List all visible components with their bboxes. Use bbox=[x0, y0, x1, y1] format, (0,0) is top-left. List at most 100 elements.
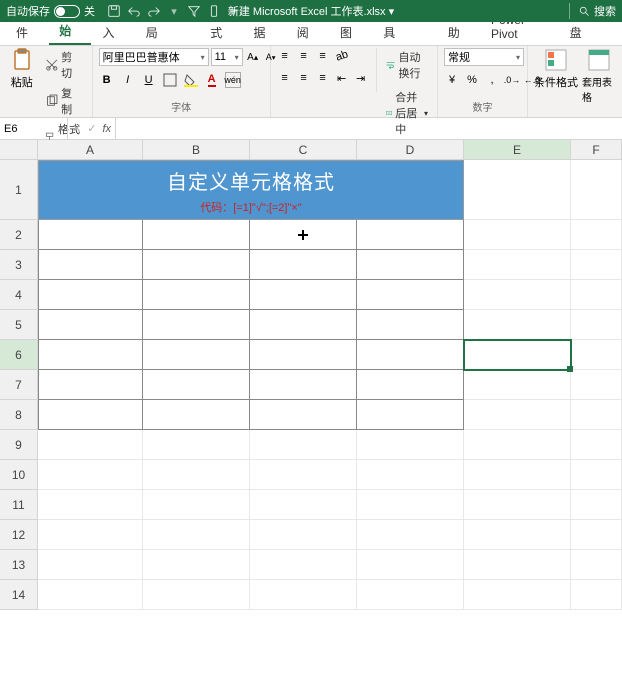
cell-A5[interactable] bbox=[38, 310, 143, 340]
col-header-A[interactable]: A bbox=[38, 140, 143, 159]
search-box[interactable]: 搜索 bbox=[569, 3, 616, 19]
cell-B9[interactable] bbox=[143, 430, 250, 460]
cell-A7[interactable] bbox=[38, 370, 143, 400]
merged-title-cell[interactable]: 自定义单元格格式 代码：[=1]"√";[=2]"×" bbox=[38, 160, 464, 220]
indent-right-icon[interactable]: ⇥ bbox=[353, 70, 369, 86]
row-header-11[interactable]: 11 bbox=[0, 490, 38, 520]
orientation-icon[interactable]: ab bbox=[331, 46, 352, 67]
number-format-combo[interactable]: 常规▾ bbox=[444, 48, 524, 66]
cell-E6[interactable] bbox=[464, 340, 571, 370]
row-header-14[interactable]: 14 bbox=[0, 580, 38, 610]
row-header-10[interactable]: 10 bbox=[0, 460, 38, 490]
cell-E3[interactable] bbox=[464, 250, 571, 280]
cell-E4[interactable] bbox=[464, 280, 571, 310]
cell-D3[interactable] bbox=[357, 250, 464, 280]
cell-D13[interactable] bbox=[357, 550, 464, 580]
copy-button[interactable]: 复制 bbox=[42, 84, 86, 118]
cell-D8[interactable] bbox=[357, 400, 464, 430]
undo-icon[interactable] bbox=[127, 4, 141, 18]
cell-A8[interactable] bbox=[38, 400, 143, 430]
cell-A3[interactable] bbox=[38, 250, 143, 280]
save-icon[interactable] bbox=[107, 4, 121, 18]
fill-handle[interactable] bbox=[567, 366, 573, 372]
col-header-D[interactable]: D bbox=[357, 140, 464, 159]
phonetic-button[interactable]: wén bbox=[225, 72, 241, 88]
cell-F13[interactable] bbox=[571, 550, 622, 580]
cell-E11[interactable] bbox=[464, 490, 571, 520]
toggle-switch[interactable] bbox=[54, 5, 80, 18]
row-header-4[interactable]: 4 bbox=[0, 280, 38, 310]
fx-icon[interactable]: fx bbox=[102, 123, 111, 135]
cell-D4[interactable] bbox=[357, 280, 464, 310]
cell-E10[interactable] bbox=[464, 460, 571, 490]
paste-button[interactable]: 粘贴 bbox=[6, 48, 38, 90]
cell-F9[interactable] bbox=[571, 430, 622, 460]
cell-F5[interactable] bbox=[571, 310, 622, 340]
cell-F10[interactable] bbox=[571, 460, 622, 490]
cell-E2[interactable] bbox=[464, 220, 571, 250]
cell-C8[interactable] bbox=[250, 400, 357, 430]
cell-D7[interactable] bbox=[357, 370, 464, 400]
align-bottom-icon[interactable]: ≡ bbox=[315, 48, 331, 64]
increase-font-icon[interactable]: A▴ bbox=[245, 49, 261, 65]
cut-button[interactable]: 剪切 bbox=[42, 48, 86, 82]
cell-B13[interactable] bbox=[143, 550, 250, 580]
font-size-combo[interactable]: 11▾ bbox=[211, 48, 243, 66]
row-header-5[interactable]: 5 bbox=[0, 310, 38, 340]
cell-B8[interactable] bbox=[143, 400, 250, 430]
row-header-13[interactable]: 13 bbox=[0, 550, 38, 580]
cell-B4[interactable] bbox=[143, 280, 250, 310]
row-header-7[interactable]: 7 bbox=[0, 370, 38, 400]
row-header-2[interactable]: 2 bbox=[0, 220, 38, 250]
cell-B12[interactable] bbox=[143, 520, 250, 550]
cell-E12[interactable] bbox=[464, 520, 571, 550]
name-box[interactable]: E6▾ bbox=[0, 118, 68, 139]
cell-C3[interactable] bbox=[250, 250, 357, 280]
row-header-9[interactable]: 9 bbox=[0, 430, 38, 460]
cell-A12[interactable] bbox=[38, 520, 143, 550]
cell-F1[interactable] bbox=[571, 160, 622, 220]
cell-C12[interactable] bbox=[250, 520, 357, 550]
cell-E5[interactable] bbox=[464, 310, 571, 340]
cell-F4[interactable] bbox=[571, 280, 622, 310]
cell-C6[interactable] bbox=[250, 340, 357, 370]
cell-F2[interactable] bbox=[571, 220, 622, 250]
percent-icon[interactable]: % bbox=[464, 72, 480, 88]
cell-C5[interactable] bbox=[250, 310, 357, 340]
cell-C9[interactable] bbox=[250, 430, 357, 460]
col-header-C[interactable]: C bbox=[250, 140, 357, 159]
touch-icon[interactable] bbox=[207, 4, 221, 18]
row-header-12[interactable]: 12 bbox=[0, 520, 38, 550]
cell-D5[interactable] bbox=[357, 310, 464, 340]
cell-C4[interactable] bbox=[250, 280, 357, 310]
cell-C10[interactable] bbox=[250, 460, 357, 490]
cancel-icon[interactable]: ✕ bbox=[72, 122, 81, 135]
conditional-format-button[interactable]: 条件格式 bbox=[534, 48, 578, 90]
cell-E13[interactable] bbox=[464, 550, 571, 580]
cell-E7[interactable] bbox=[464, 370, 571, 400]
cell-C14[interactable] bbox=[250, 580, 357, 610]
col-header-E[interactable]: E bbox=[464, 140, 571, 159]
cell-B11[interactable] bbox=[143, 490, 250, 520]
table-format-button[interactable]: 套用表格 bbox=[582, 48, 616, 104]
currency-icon[interactable]: ¥ bbox=[444, 72, 460, 88]
cell-C2[interactable] bbox=[250, 220, 357, 250]
font-name-combo[interactable]: 阿里巴巴普惠体▾ bbox=[99, 48, 209, 66]
cell-B10[interactable] bbox=[143, 460, 250, 490]
cell-A4[interactable] bbox=[38, 280, 143, 310]
cell-D9[interactable] bbox=[357, 430, 464, 460]
cell-E9[interactable] bbox=[464, 430, 571, 460]
cell-D10[interactable] bbox=[357, 460, 464, 490]
cell-F14[interactable] bbox=[571, 580, 622, 610]
italic-button[interactable]: I bbox=[120, 72, 136, 88]
cell-A9[interactable] bbox=[38, 430, 143, 460]
cell-E1[interactable] bbox=[464, 160, 571, 220]
filter-icon[interactable] bbox=[187, 4, 201, 18]
cell-B6[interactable] bbox=[143, 340, 250, 370]
cell-D14[interactable] bbox=[357, 580, 464, 610]
cell-F7[interactable] bbox=[571, 370, 622, 400]
cell-D6[interactable] bbox=[357, 340, 464, 370]
enter-icon[interactable]: ✓ bbox=[87, 122, 96, 135]
col-header-B[interactable]: B bbox=[143, 140, 250, 159]
cell-B14[interactable] bbox=[143, 580, 250, 610]
